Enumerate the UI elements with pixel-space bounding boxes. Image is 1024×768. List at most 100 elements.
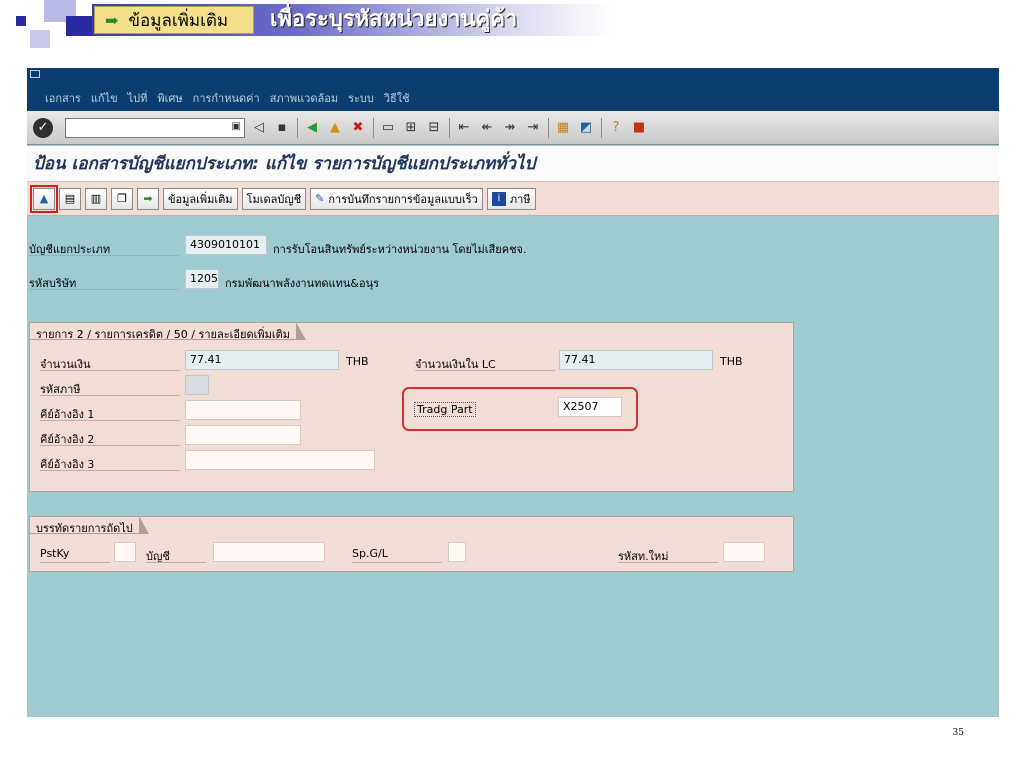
- label-underline: [146, 562, 206, 563]
- label-underline: [40, 420, 180, 421]
- print-icon[interactable]: ▭: [379, 119, 397, 137]
- ref-key3-input[interactable]: [185, 450, 375, 470]
- gl-account-field[interactable]: 4309010101: [185, 235, 267, 255]
- label-underline: [29, 255, 179, 256]
- label-underline: [352, 562, 442, 563]
- spgl-label: Sp.G/L: [352, 547, 388, 560]
- trading-partner-input[interactable]: X2507: [558, 397, 622, 417]
- display-doc-button[interactable]: ▲: [30, 184, 58, 213]
- application-toolbar: ▲ ▤ ▥ ❐ ➡ ข้อมูลเพิ่มเติม โมเดลบัญชี ✎ กา…: [27, 182, 999, 216]
- label-underline: [40, 395, 180, 396]
- find-next-icon[interactable]: ⊟: [425, 119, 443, 137]
- ref-key1-input[interactable]: [185, 400, 301, 420]
- gl-account-desc: การรับโอนสินทรัพย์ระหว่างหน่วยงาน โดยไม่…: [273, 243, 527, 256]
- next-page-icon[interactable]: ↠: [501, 119, 519, 137]
- tax-label: ภาษี: [509, 192, 531, 206]
- menu-bar: เอกสาร แก้ไข ไปที่ พิเศษ การกำหนดค่า สภา…: [27, 68, 999, 111]
- toolbar-separator: [548, 117, 549, 138]
- slide-deco-square: [30, 30, 50, 48]
- slide-deco-square: [16, 16, 26, 26]
- tax-code-field[interactable]: [185, 375, 209, 395]
- more-data-callout: ➡ ข้อมูลเพิ่มเติม: [94, 6, 254, 34]
- standard-toolbar: ✓ ▣ ◁ ▪ ◀ ▲ ✖ ▭ ⊞ ⊟ ⇤ ↞ ↠ ⇥ ▦ ◩ ? ■: [27, 111, 999, 145]
- ref-key2-input[interactable]: [185, 425, 301, 445]
- menu-settings[interactable]: การกำหนดค่า: [193, 89, 260, 107]
- amount-field[interactable]: 77.41: [185, 350, 339, 370]
- info-icon: i: [491, 191, 506, 206]
- pstky-input[interactable]: [114, 542, 136, 562]
- toolbar-separator: [297, 117, 298, 138]
- trading-partner-label: Tradg Part: [414, 402, 476, 417]
- arrow-icon: ➡: [105, 10, 119, 30]
- company-code-desc: กรมพัฒนาพลังงานทดแทน&อนุร: [225, 277, 379, 290]
- label-underline: [29, 289, 179, 290]
- next-item-button[interactable]: ▥: [85, 187, 107, 210]
- layout-menu-icon[interactable]: ■: [630, 119, 648, 137]
- label-underline: [40, 370, 180, 371]
- screen-title: ป้อน เอกสารบัญชีแยกประเภท: แก้ไข รายการบ…: [27, 146, 999, 182]
- fast-entry-button[interactable]: ✎ การบันทึกรายการข้อมูลแบบเร็ว: [310, 187, 483, 210]
- label-underline: [40, 470, 180, 471]
- command-field[interactable]: ▣: [65, 117, 245, 138]
- amount-currency: THB: [346, 355, 369, 368]
- cancel-icon[interactable]: ✖: [349, 119, 367, 137]
- more-data-label: ข้อมูลเพิ่มเติม: [168, 192, 233, 206]
- next-item-tab: บรรทัดรายการถัดไป: [29, 516, 149, 535]
- next-item-group: บรรทัดรายการถัดไป PstKy บัญชี Sp.G/L รหั…: [29, 516, 794, 572]
- enter-icon[interactable]: ✓: [33, 117, 53, 138]
- last-page-icon[interactable]: ⇥: [524, 119, 542, 137]
- back-arrow-icon[interactable]: ◁: [250, 119, 268, 137]
- menu-extras[interactable]: พิเศษ: [157, 89, 182, 107]
- mountain-icon: ▲: [39, 192, 49, 205]
- slide-title: เพื่อระบุรหัสหน่วยงานคู่ค้า: [270, 6, 518, 32]
- save-icon[interactable]: ▪: [273, 119, 291, 137]
- menu-edit[interactable]: แก้ไข: [91, 89, 118, 107]
- slide-deco-square: [66, 16, 92, 36]
- amount-lc-currency: THB: [720, 355, 743, 368]
- label-underline: [40, 562, 110, 563]
- model-account-button[interactable]: โมเดลบัญชี: [241, 187, 307, 210]
- menu-document[interactable]: เอกสาร: [45, 89, 81, 107]
- menu-goto[interactable]: ไปที่: [128, 89, 148, 107]
- menu-help[interactable]: วิธีใช้: [384, 89, 410, 107]
- account-input[interactable]: [213, 542, 325, 562]
- help-icon[interactable]: ?: [607, 119, 625, 137]
- label-underline: [618, 562, 718, 563]
- previous-item-button[interactable]: ▤: [59, 187, 81, 210]
- label-underline: [415, 370, 555, 371]
- arrow-button[interactable]: ➡: [137, 187, 159, 210]
- copy-button[interactable]: ❐: [111, 187, 133, 210]
- tax-button[interactable]: i ภาษี: [486, 187, 536, 210]
- menu-system[interactable]: ระบบ: [348, 89, 374, 107]
- command-history-icon[interactable]: ▣: [232, 121, 241, 132]
- model-account-label: โมเดลบัญชี: [246, 192, 302, 206]
- spgl-input[interactable]: [448, 542, 466, 562]
- copy-icon: ❐: [117, 192, 127, 205]
- item-detail-tab: รายการ 2 / รายการเครดิต / 50 / รายละเอีย…: [29, 322, 307, 341]
- first-page-icon[interactable]: ⇤: [455, 119, 473, 137]
- sap-window-icon[interactable]: [30, 70, 40, 78]
- fast-entry-label: การบันทึกรายการข้อมูลแบบเร็ว: [328, 192, 478, 206]
- fast-entry-icon: ✎: [315, 192, 325, 205]
- doc-next-icon: ▥: [90, 192, 102, 205]
- shortcut-icon[interactable]: ◩: [577, 119, 595, 137]
- sap-window: เอกสาร แก้ไข ไปที่ พิเศษ การกำหนดค่า สภา…: [27, 68, 999, 717]
- item-detail-group: รายการ 2 / รายการเครดิต / 50 / รายละเอีย…: [29, 322, 794, 492]
- label-underline: [40, 445, 180, 446]
- more-data-button[interactable]: ข้อมูลเพิ่มเติม: [163, 187, 238, 210]
- previous-page-icon[interactable]: ↞: [478, 119, 496, 137]
- new-cocode-input[interactable]: [723, 542, 765, 562]
- back-icon[interactable]: ◀: [303, 119, 321, 137]
- toolbar-separator: [449, 117, 450, 138]
- exit-icon[interactable]: ▲: [326, 119, 344, 137]
- amount-lc-field[interactable]: 77.41: [559, 350, 713, 370]
- doc-prev-icon: ▤: [64, 192, 76, 205]
- arrow-icon: ➡: [143, 192, 153, 205]
- new-session-icon[interactable]: ▦: [554, 119, 572, 137]
- menu-environment[interactable]: สภาพแวดล้อม: [270, 89, 338, 107]
- page-number: 35: [952, 728, 964, 738]
- company-code-field[interactable]: 1205: [185, 269, 219, 289]
- find-icon[interactable]: ⊞: [402, 119, 420, 137]
- toolbar-separator: [601, 117, 602, 138]
- callout-label: ข้อมูลเพิ่มเติม: [128, 10, 229, 31]
